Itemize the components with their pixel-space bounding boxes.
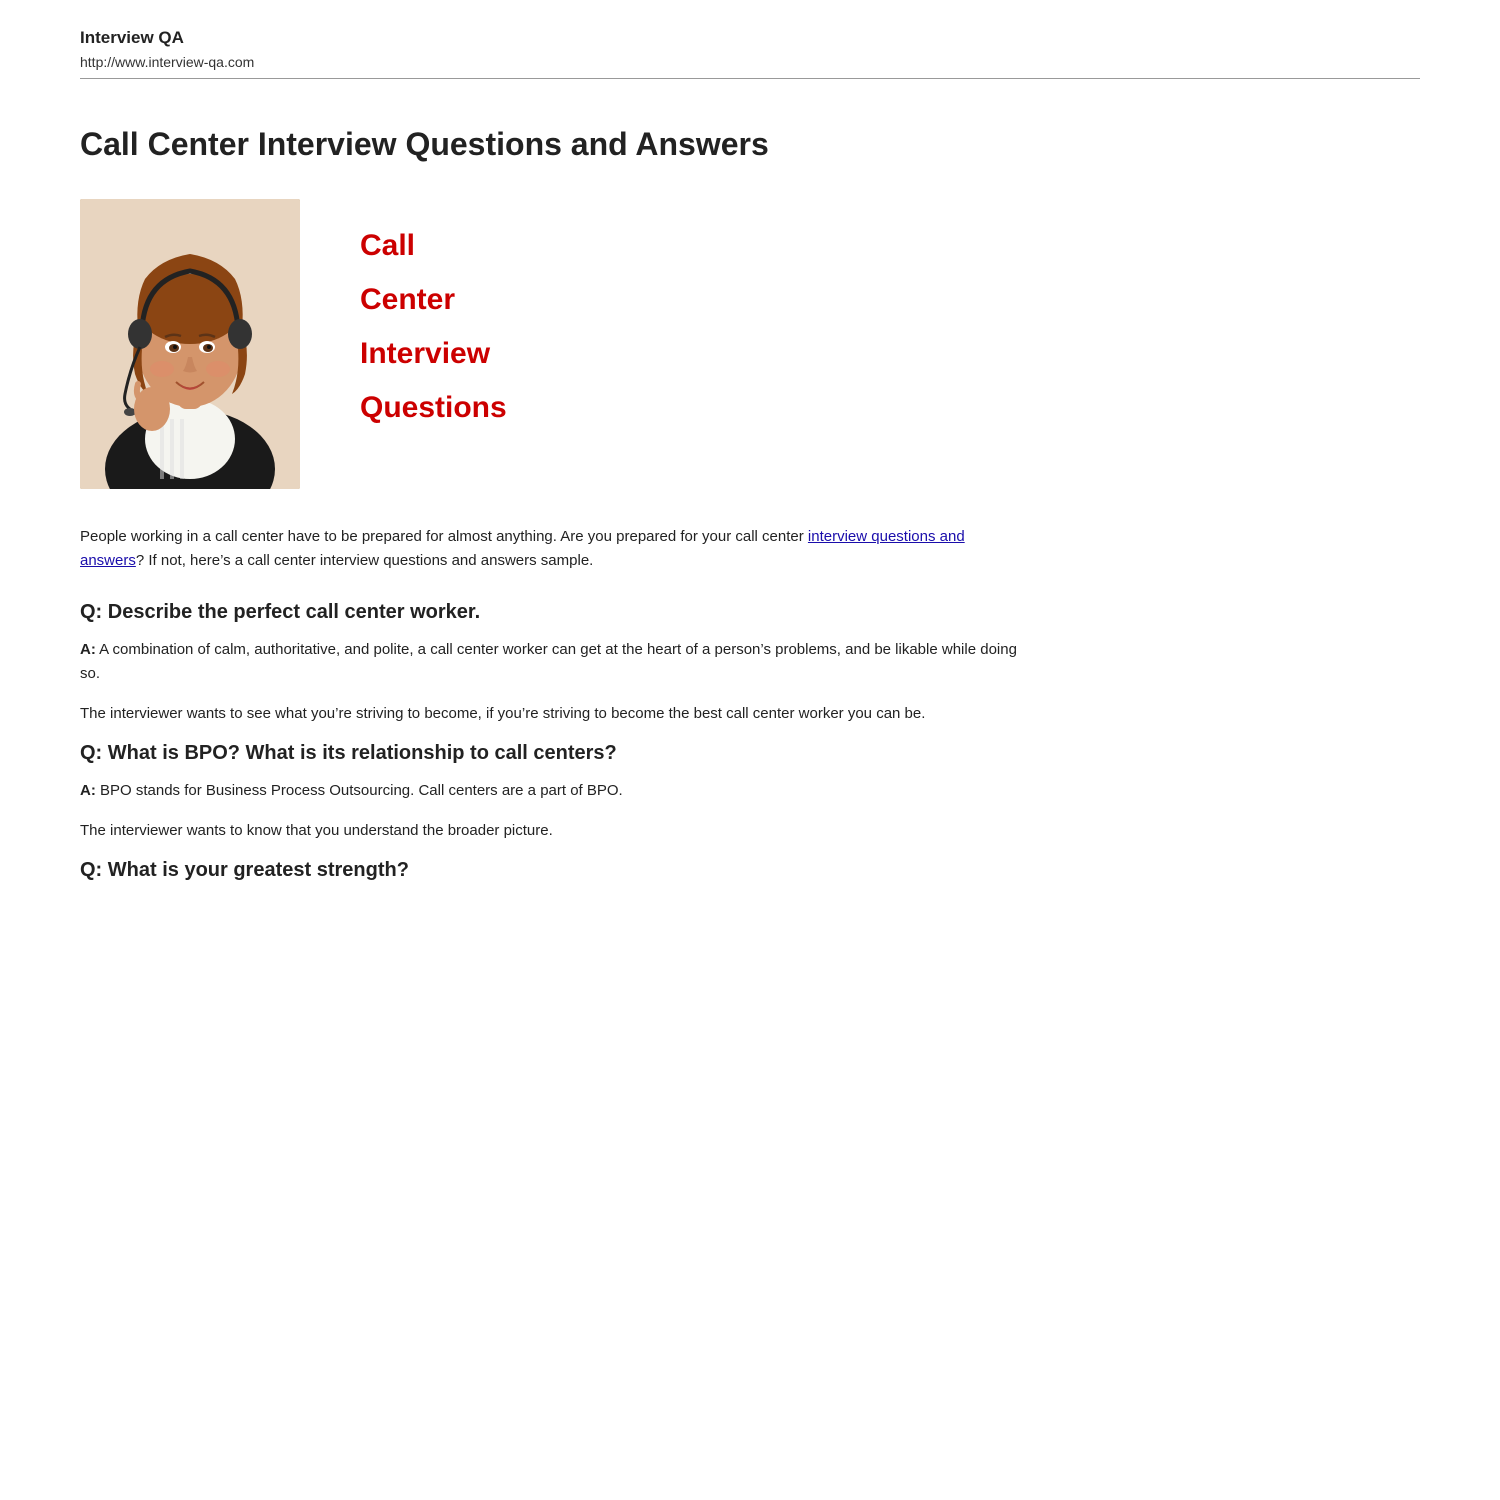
page-header: Interview QA http://www.interview-qa.com: [0, 0, 1500, 89]
qa-section-1: Q: Describe the perfect call center work…: [80, 601, 1020, 726]
hero-illustration: [80, 199, 300, 489]
site-url[interactable]: http://www.interview-qa.com: [80, 54, 1420, 70]
intro-text-after-link: ? If not, here’s a call center interview…: [136, 552, 593, 569]
intro-text-before-link: People working in a call center have to …: [80, 528, 808, 545]
hero-word-interview: Interview: [360, 327, 507, 381]
answer-paragraph-1a: A: A combination of calm, authoritative,…: [80, 638, 1020, 686]
hero-word-questions: Questions: [360, 381, 507, 435]
hero-section: Call Center Interview Questions: [80, 199, 1020, 489]
page-title: Call Center Interview Questions and Answ…: [80, 125, 1020, 163]
question-heading-3: Q: What is your greatest strength?: [80, 859, 1020, 882]
hero-word-call: Call: [360, 219, 507, 273]
answer-label-1: A:: [80, 641, 96, 658]
answer-label-2: A:: [80, 782, 96, 799]
answer-text-2: BPO stands for Business Process Outsourc…: [96, 782, 623, 799]
hero-word-center: Center: [360, 273, 507, 327]
header-divider: [80, 78, 1420, 79]
question-heading-2: Q: What is BPO? What is its relationship…: [80, 742, 1020, 765]
answer-paragraph-2a: A: BPO stands for Business Process Outso…: [80, 779, 1020, 803]
hero-text-block: Call Center Interview Questions: [360, 199, 507, 435]
qa-section-3: Q: What is your greatest strength?: [80, 859, 1020, 882]
main-content: Call Center Interview Questions and Answ…: [0, 89, 1100, 956]
intro-paragraph: People working in a call center have to …: [80, 525, 1020, 573]
answer-followup-2: The interviewer wants to know that you u…: [80, 819, 1020, 843]
site-title: Interview QA: [80, 28, 1420, 48]
hero-image: [80, 199, 300, 489]
answer-text-1: A combination of calm, authoritative, an…: [80, 641, 1017, 682]
answer-followup-1: The interviewer wants to see what you’re…: [80, 702, 1020, 726]
qa-section-2: Q: What is BPO? What is its relationship…: [80, 742, 1020, 843]
question-heading-1: Q: Describe the perfect call center work…: [80, 601, 1020, 624]
